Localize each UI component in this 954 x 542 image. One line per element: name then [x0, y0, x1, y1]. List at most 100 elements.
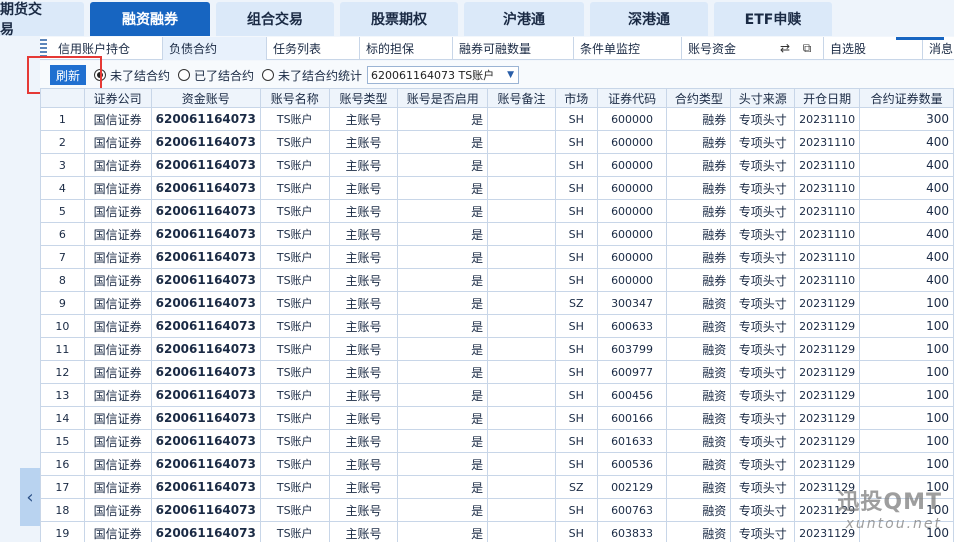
subtab-short-quantity[interactable]: 融券可融数量 [453, 37, 574, 60]
subtab-watchlist[interactable]: 自选股 [824, 37, 923, 60]
column-header-contract-quantity[interactable]: 合约证券数量 [859, 88, 954, 108]
cell-market: SH [554, 429, 598, 453]
cell-row-index: 6 [40, 222, 85, 246]
subtab-account-funds-label: 账号资金 [688, 42, 737, 56]
cell-fund-account: 620061164073 [150, 291, 261, 315]
cell-row-index: 2 [40, 130, 85, 154]
table-row[interactable]: 10 国信证券 620061164073 TS账户 主账号是 SH 600633 融资 专项头寸… [40, 314, 954, 338]
cell-account-enabled: 是 [397, 268, 489, 292]
table-row[interactable]: 12 国信证券 620061164073 TS账户 主账号是 SH 600977 融资 专项头寸… [40, 360, 954, 384]
refresh-button[interactable]: 刷新 [50, 65, 86, 85]
subtab-conditional-orders[interactable]: 条件单监控 [574, 37, 682, 60]
cell-position-source: 专项头寸 [730, 130, 796, 154]
cell-open-date: 20231110 [794, 107, 861, 131]
radio-unselected-icon [262, 69, 274, 81]
column-header-account-name[interactable]: 账号名称 [259, 88, 330, 108]
table-row[interactable]: 5 国信证券 620061164073 TS账户 主账号是 SH 600000 融券 专项头寸 2… [40, 199, 954, 223]
cell-account-enabled: 是 [397, 314, 489, 338]
table-row[interactable]: 7 国信证券 620061164073 TS账户 主账号是 SH 600000 融券 专项头寸 2… [40, 245, 954, 269]
cell-row-index: 8 [40, 268, 85, 292]
cell-account-name: TS账户 [259, 360, 330, 384]
cell-position-source: 专项头寸 [730, 521, 796, 542]
cell-row-index: 19 [40, 521, 85, 542]
cell-broker: 国信证券 [83, 199, 152, 223]
cell-open-date: 20231110 [794, 199, 861, 223]
column-header-security-code[interactable]: 证券代码 [596, 88, 668, 108]
cell-contract-quantity: 100 [859, 291, 954, 315]
cell-position-source: 专项头寸 [730, 429, 796, 453]
radio-label: 已了结合约 [194, 68, 255, 83]
column-header-contract-type[interactable]: 合约类型 [666, 88, 732, 108]
table-row[interactable]: 14 国信证券 620061164073 TS账户 主账号是 SH 600166 融资 专项头寸… [40, 406, 954, 430]
account-select[interactable]: 620061164073 TS账户 ▼ [367, 66, 519, 84]
table-row[interactable]: 8 国信证券 620061164073 TS账户 主账号是 SH 600000 融券 专项头寸 2… [40, 268, 954, 292]
cell-market: SH [554, 130, 598, 154]
column-header-market[interactable]: 市场 [554, 88, 598, 108]
table-row[interactable]: 3 国信证券 620061164073 TS账户 主账号是 SH 600000 融券 专项头寸 2… [40, 153, 954, 177]
tab-futures[interactable]: 期货交易 [0, 2, 84, 38]
cell-fund-account: 620061164073 [150, 429, 261, 453]
cell-row-index: 15 [40, 429, 85, 453]
cell-broker: 国信证券 [83, 176, 152, 200]
cell-market: SZ [554, 291, 598, 315]
subtab-credit-positions[interactable]: 信用账户持仓 [52, 37, 163, 60]
cell-fund-account: 620061164073 [150, 498, 261, 522]
cell-position-source: 专项头寸 [730, 199, 796, 223]
table-row[interactable]: 1 国信证券 620061164073 TS账户 主账号是 SH 600000 融券 专项头寸 2… [40, 107, 954, 131]
drag-grip-icon[interactable] [40, 39, 47, 58]
table-row[interactable]: 4 国信证券 620061164073 TS账户 主账号是 SH 600000 融券 专项头寸 2… [40, 176, 954, 200]
swap-icon[interactable]: ⇄ [777, 40, 793, 56]
tab-sh-hk-connect[interactable]: 沪港通 [464, 2, 584, 36]
column-header-open-date[interactable]: 开仓日期 [794, 88, 861, 108]
cell-account-enabled: 是 [397, 475, 489, 499]
subtab-messages[interactable]: 消息 [923, 37, 954, 60]
cell-contract-quantity: 400 [859, 222, 954, 246]
radio-closed-contracts[interactable]: 已了结合约 [178, 67, 254, 83]
column-header-position-source[interactable]: 头寸来源 [730, 88, 796, 108]
table-row[interactable]: 15 国信证券 620061164073 TS账户 主账号是 SH 601633 融资 专项头寸… [40, 429, 954, 453]
subtab-task-list[interactable]: 任务列表 [267, 37, 360, 60]
toolbar: 刷新 未了结合约 已了结合约 未了结合约统计 620061164073 TS账户… [40, 61, 954, 88]
cell-market: SH [554, 153, 598, 177]
cell-account-type: 主账号 [328, 383, 399, 407]
column-header-row-index[interactable] [40, 88, 85, 108]
table-row[interactable]: 16 国信证券 620061164073 TS账户 主账号是 SH 600536 融资 专项头寸… [40, 452, 954, 476]
table-row[interactable]: 11 国信证券 620061164073 TS账户 主账号是 SH 603799 融资 专项头寸… [40, 337, 954, 361]
table-row[interactable]: 6 国信证券 620061164073 TS账户 主账号是 SH 600000 融券 专项头寸 2… [40, 222, 954, 246]
tab-margin-trading[interactable]: 融资融券 [90, 2, 210, 36]
cell-fund-account: 620061164073 [150, 475, 261, 499]
column-header-account-enabled[interactable]: 账号是否启用 [397, 88, 489, 108]
tab-etf-subscribe-redeem[interactable]: ETF申赎 [714, 2, 832, 36]
column-header-fund-account[interactable]: 资金账号 [150, 88, 261, 108]
tab-stock-options[interactable]: 股票期权 [340, 2, 458, 36]
radio-open-contracts[interactable]: 未了结合约 [94, 67, 170, 83]
cell-broker: 国信证券 [83, 406, 152, 430]
cell-account-type: 主账号 [328, 176, 399, 200]
cell-fund-account: 620061164073 [150, 268, 261, 292]
cell-account-type: 主账号 [328, 360, 399, 384]
subtab-debt-contracts[interactable]: 负债合约 [163, 37, 267, 60]
table-row[interactable]: 13 国信证券 620061164073 TS账户 主账号是 SH 600456 融资 专项头寸… [40, 383, 954, 407]
cell-position-source: 专项头寸 [730, 107, 796, 131]
app-window: 期货交易 融资融券 组合交易 股票期权 沪港通 深港通 ETF申赎 ‹ 信用账户… [0, 0, 954, 542]
table-row[interactable]: 9 国信证券 620061164073 TS账户 主账号是 SZ 300347 融资 专项头寸 2… [40, 291, 954, 315]
cell-account-note [487, 245, 556, 269]
radio-open-contracts-stats[interactable]: 未了结合约统计 [262, 67, 362, 83]
column-header-account-note[interactable]: 账号备注 [487, 88, 556, 108]
tab-portfolio-trading[interactable]: 组合交易 [216, 2, 334, 36]
column-header-broker[interactable]: 证券公司 [83, 88, 152, 108]
cell-account-note [487, 199, 556, 223]
table-row[interactable]: 2 国信证券 620061164073 TS账户 主账号是 SH 600000 融券 专项头寸 2… [40, 130, 954, 154]
cell-row-index: 7 [40, 245, 85, 269]
cell-contract-type: 融资 [666, 314, 732, 338]
cell-account-type: 主账号 [328, 268, 399, 292]
column-header-account-type[interactable]: 账号类型 [328, 88, 399, 108]
cell-row-index: 13 [40, 383, 85, 407]
cell-security-code: 600000 [596, 268, 668, 292]
cell-broker: 国信证券 [83, 291, 152, 315]
cell-market: SH [554, 337, 598, 361]
collapse-panel-button[interactable]: ‹ [20, 468, 40, 526]
tab-sz-hk-connect[interactable]: 深港通 [590, 2, 708, 36]
subtab-collateral[interactable]: 标的担保 [360, 37, 453, 60]
window-restore-icon[interactable]: ⧉ [799, 40, 815, 56]
